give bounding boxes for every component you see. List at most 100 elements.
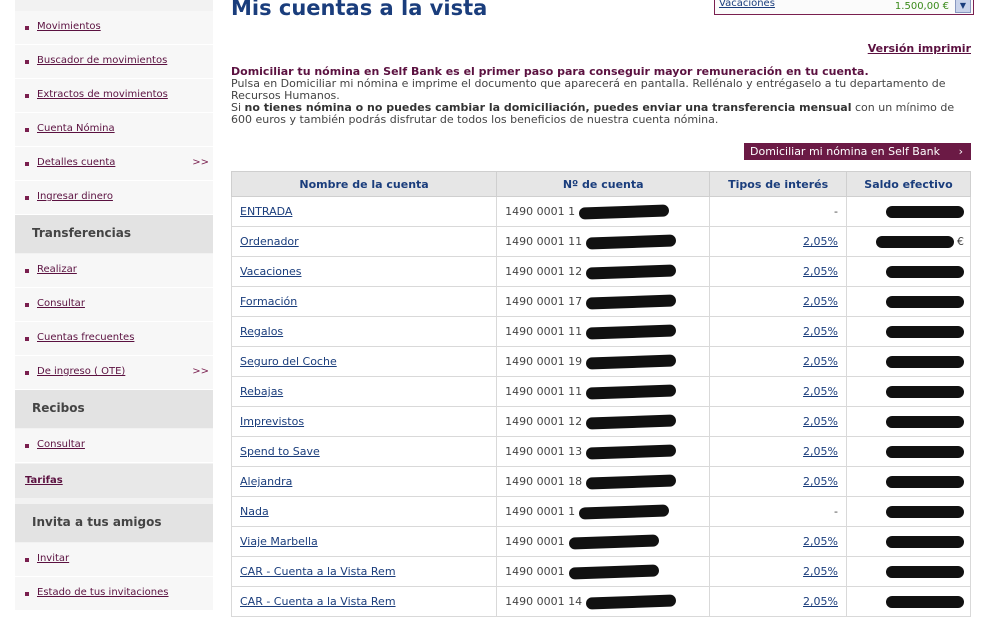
sidebar-item-ingresar-dinero[interactable]: Ingresar dinero (15, 181, 213, 215)
account-name-link[interactable]: Regalos (240, 325, 283, 338)
interest-rate[interactable]: 2,05% (803, 415, 838, 428)
balance-cell (845, 286, 972, 317)
interest-rate[interactable]: 2,05% (803, 445, 838, 458)
interest-rate-cell: 2,05% (709, 256, 847, 287)
interest-rate[interactable]: 2,05% (803, 385, 838, 398)
balance-cell (845, 586, 972, 617)
sidebar-item-label: De ingreso ( OTE) (37, 366, 126, 377)
sidebar-item-de-ingreso-ote[interactable]: De ingreso ( OTE) >> (15, 356, 213, 390)
sidebar-item-buscador[interactable]: Buscador de movimientos (15, 45, 213, 79)
interest-rate[interactable]: 2,05% (803, 235, 838, 248)
account-name-link[interactable]: Vacaciones (240, 265, 302, 278)
interest-rate-cell: 2,05% (709, 286, 847, 317)
section-title-label: Recibos (32, 401, 85, 415)
account-name-link[interactable]: Formación (240, 295, 297, 308)
table-row: Spend to Save 1490 0001 13 2,05% (230, 436, 972, 467)
sidebar-item-label: Detalles cuenta (37, 157, 116, 168)
balance-cell (845, 346, 972, 377)
intro-text: Domiciliar tu nómina en Self Bank es el … (231, 66, 971, 126)
sidebar-item-label: Extractos de movimientos (37, 89, 168, 100)
balance-cell (845, 376, 972, 407)
account-number-cell: 1490 0001 12 (496, 256, 711, 287)
account-name-cell: Formación (230, 286, 498, 317)
sidebar-item-detalles-cuenta[interactable]: Detalles cuenta >> (15, 147, 213, 181)
bullet-icon (25, 196, 29, 200)
table-row: Regalos 1490 0001 11 2,05% (230, 316, 972, 347)
redaction-mark (886, 476, 964, 488)
account-name-link[interactable]: Ordenador (240, 235, 299, 248)
interest-rate[interactable]: 2,05% (803, 565, 838, 578)
account-name-link[interactable]: ENTRADA (240, 205, 292, 218)
sidebar-item-extractos[interactable]: Extractos de movimientos (15, 79, 213, 113)
account-number-cell: 1490 0001 19 (496, 346, 711, 377)
account-name-cell: Imprevistos (230, 406, 498, 437)
accounts-table: Nombre de la cuenta Nº de cuenta Tipos d… (230, 171, 972, 617)
redaction-mark (886, 296, 964, 308)
redaction-mark (585, 354, 677, 370)
redaction-mark (585, 444, 677, 460)
table-row: Imprevistos 1490 0001 12 2,05% (230, 406, 972, 437)
account-name-cell: Nada (230, 496, 498, 527)
account-name-link[interactable]: Rebajas (240, 385, 283, 398)
table-row: CAR - Cuenta a la Vista Rem 1490 0001 2,05… (230, 556, 972, 587)
account-name-link[interactable]: Seguro del Coche (240, 355, 337, 368)
redaction-mark (875, 236, 954, 248)
balance-cell (845, 316, 972, 347)
section-title-label: Invita a tus amigos (32, 515, 162, 529)
sidebar-item-consultar-transferencias[interactable]: Consultar (15, 288, 213, 322)
interest-rate[interactable]: 2,05% (803, 475, 838, 488)
interest-rate[interactable]: 2,05% (803, 295, 838, 308)
account-name-link[interactable]: Alejandra (240, 475, 292, 488)
bullet-icon (25, 162, 29, 166)
interest-rate[interactable]: 2,05% (803, 355, 838, 368)
account-name-link[interactable]: Imprevistos (240, 415, 304, 428)
redaction-mark (886, 566, 964, 578)
sidebar: Movimientos Buscador de movimientos Extr… (15, 0, 213, 611)
print-version-link[interactable]: Versión imprimir (868, 42, 971, 55)
account-name-link[interactable]: Nada (240, 505, 269, 518)
account-number: 1490 0001 18 (505, 475, 583, 488)
section-title-invita: Invita a tus amigos (15, 504, 213, 542)
sidebar-item-cuentas-frecuentes[interactable]: Cuentas frecuentes (15, 322, 213, 356)
balance-cell (845, 556, 972, 587)
redaction-mark (886, 536, 964, 548)
account-name-link[interactable]: CAR - Cuenta a la Vista Rem (240, 595, 396, 608)
account-number: 1490 0001 (505, 535, 565, 548)
account-number: 1490 0001 17 (505, 295, 583, 308)
sidebar-item-tarifas[interactable]: Tarifas (15, 464, 213, 498)
sidebar-item-cuenta-nomina[interactable]: Cuenta Nómina (15, 113, 213, 147)
account-number-cell: 1490 0001 17 (496, 286, 711, 317)
interest-rate[interactable]: 2,05% (803, 265, 838, 278)
interest-rate[interactable]: 2,05% (803, 535, 838, 548)
account-number-cell: 1490 0001 18 (496, 466, 711, 497)
interest-rate[interactable]: 2,05% (803, 595, 838, 608)
sidebar-item-consultar-recibos[interactable]: Consultar (15, 429, 213, 463)
account-name-link[interactable]: Spend to Save (240, 445, 320, 458)
domiciliar-nomina-button[interactable]: Domiciliar mi nómina en Self Bank › (744, 143, 971, 160)
balance-cell (845, 496, 972, 527)
interest-rate[interactable]: 2,05% (803, 325, 838, 338)
account-name-link[interactable]: CAR - Cuenta a la Vista Rem (240, 565, 396, 578)
account-number: 1490 0001 11 (505, 235, 583, 248)
account-name-cell: Rebajas (230, 376, 498, 407)
account-name-cell: Vacaciones (230, 256, 498, 287)
sidebar-item-estado-invitaciones[interactable]: Estado de tus invitaciones (15, 577, 213, 611)
sidebar-item-movimientos[interactable]: Movimientos (15, 11, 213, 45)
sidebar-item-realizar[interactable]: Realizar (15, 254, 213, 288)
account-number-cell: 1490 0001 11 (496, 376, 711, 407)
domiciliar-nomina-label: Domiciliar mi nómina en Self Bank (750, 145, 940, 158)
table-row: Rebajas 1490 0001 11 2,05% (230, 376, 972, 407)
chevron-down-icon[interactable]: ▼ (955, 0, 971, 13)
header-nombre: Nombre de la cuenta (230, 171, 498, 197)
redaction-mark (886, 446, 964, 458)
expand-arrows-icon[interactable]: >> (192, 157, 209, 168)
expand-arrows-icon[interactable]: >> (192, 366, 209, 377)
account-selector[interactable]: Vacaciones 1.500,00 € ▼ (714, 0, 974, 15)
account-name-link[interactable]: Viaje Marbella (240, 535, 318, 548)
table-row: Ordenador 1490 0001 11 2,05% € (230, 226, 972, 257)
redaction-mark (886, 506, 964, 518)
account-number: 1490 0001 12 (505, 415, 583, 428)
sidebar-item-invitar[interactable]: Invitar (15, 543, 213, 577)
account-number-cell: 1490 0001 14 (496, 586, 711, 617)
redaction-mark (886, 356, 964, 368)
